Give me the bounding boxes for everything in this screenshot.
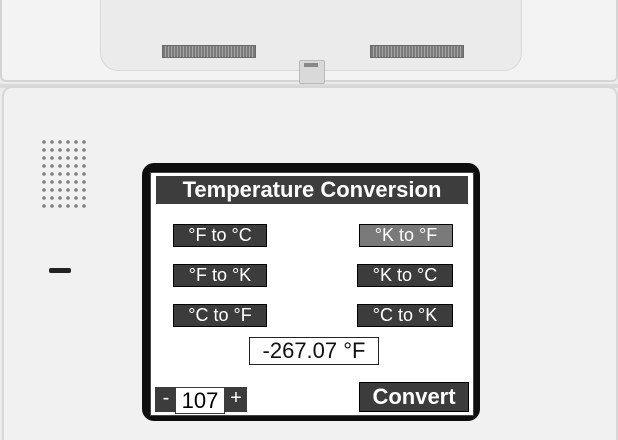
k-to-f-button[interactable]: °K to °F bbox=[359, 224, 453, 247]
convert-button[interactable]: Convert bbox=[359, 382, 469, 412]
left-vent-icon bbox=[162, 45, 256, 58]
touch-screen: Temperature Conversion °F to °C °K to °F… bbox=[150, 172, 474, 416]
thermostat-device: Temperature Conversion °F to °C °K to °F… bbox=[0, 0, 618, 440]
speaker-grille-icon bbox=[40, 138, 88, 210]
c-to-f-button[interactable]: °C to °F bbox=[173, 304, 267, 327]
right-vent-icon bbox=[370, 45, 464, 58]
c-to-k-button[interactable]: °C to °K bbox=[357, 304, 453, 327]
device-dock bbox=[0, 0, 618, 84]
decrement-button[interactable]: - bbox=[155, 387, 177, 412]
f-to-c-button[interactable]: °F to °C bbox=[173, 224, 267, 247]
k-to-c-button[interactable]: °K to °C bbox=[357, 264, 453, 287]
status-indicator bbox=[49, 268, 71, 273]
result-display: -267.07 °F bbox=[249, 337, 379, 365]
increment-button[interactable]: + bbox=[225, 387, 247, 412]
screen-title: Temperature Conversion bbox=[156, 176, 468, 204]
f-to-k-button[interactable]: °F to °K bbox=[173, 264, 267, 287]
temperature-input[interactable]: 107 bbox=[175, 387, 225, 414]
dock-latch bbox=[299, 60, 325, 84]
